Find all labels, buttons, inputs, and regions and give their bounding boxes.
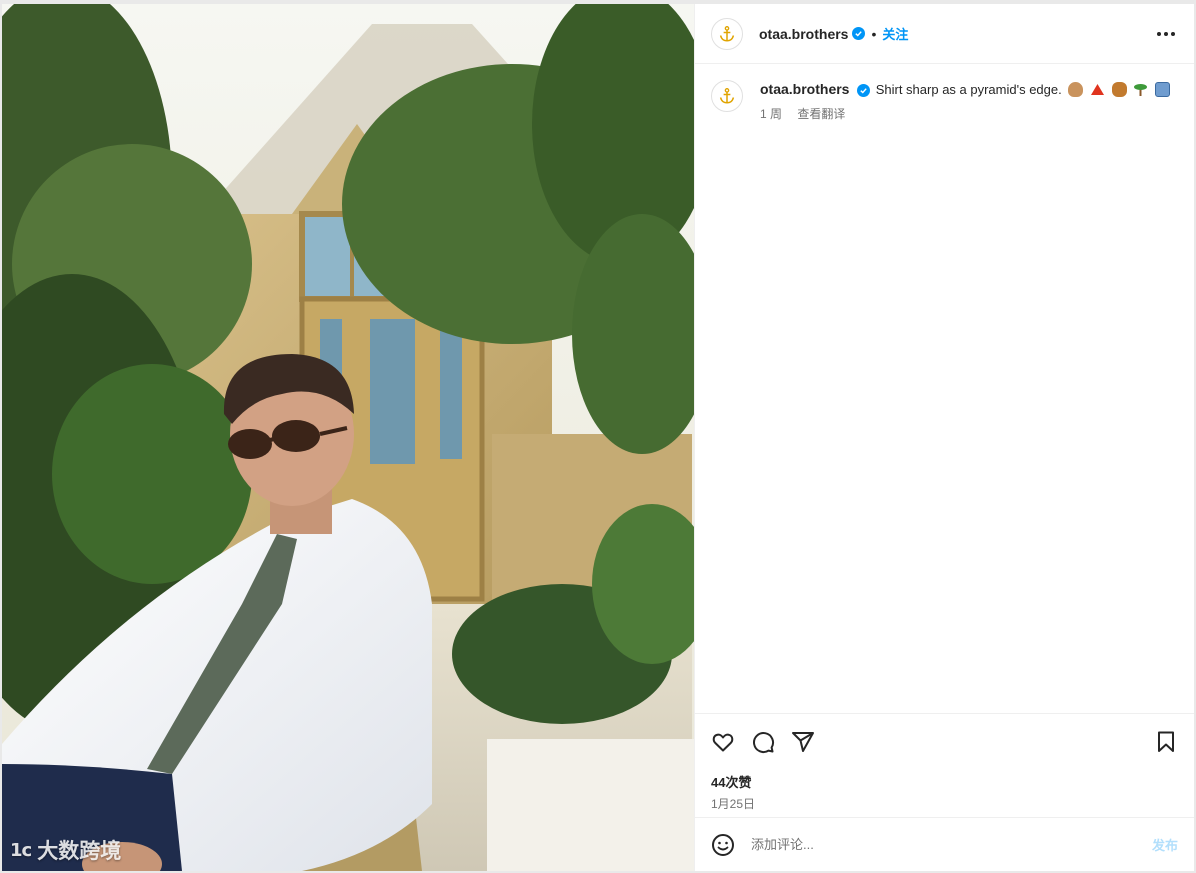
red-triangle-emoji	[1091, 84, 1104, 95]
see-translation-button[interactable]: 查看翻译	[797, 107, 845, 121]
follow-button[interactable]: 关注	[882, 24, 908, 43]
watermark-logo: 1c	[10, 839, 32, 861]
verified-badge-icon	[857, 84, 871, 98]
post-comment-button[interactable]: 发布	[1152, 835, 1178, 854]
post-date[interactable]: 1月25日	[711, 795, 1178, 812]
post-modal: 1c 大数跨境 otaa.brothers • 关注 otaa.brothers…	[2, 4, 1194, 871]
caption-time: 1 周	[760, 107, 783, 121]
likes-count[interactable]: 44次赞	[711, 772, 1178, 791]
caption-row: otaa.brothers Shirt sharp as a pyramid's…	[711, 80, 1178, 123]
post-photo[interactable]: 1c 大数跨境	[2, 4, 694, 871]
anchor-icon	[719, 25, 735, 42]
anchor-icon	[719, 88, 735, 104]
bookmark-icon[interactable]	[1154, 730, 1178, 754]
caption-text: Shirt sharp as a pyramid's edge.	[875, 82, 1062, 97]
watermark: 1c 大数跨境	[10, 835, 121, 865]
caption-avatar[interactable]	[711, 80, 743, 112]
comment-bubble-icon[interactable]	[751, 730, 775, 754]
caption-username[interactable]: otaa.brothers	[760, 81, 849, 97]
post-image	[2, 4, 694, 871]
heart-icon[interactable]	[711, 730, 735, 754]
comment-input[interactable]	[751, 837, 1152, 852]
avatar[interactable]	[711, 17, 743, 50]
caption-body: otaa.brothers Shirt sharp as a pyramid's…	[760, 80, 1170, 123]
header-username[interactable]: otaa.brothers	[759, 26, 848, 42]
caption-meta: 1 周 查看翻译	[760, 105, 1170, 123]
watermark-text: 大数跨境	[37, 839, 122, 863]
smile-icon[interactable]	[711, 833, 735, 857]
comments-area: otaa.brothers Shirt sharp as a pyramid's…	[695, 64, 1194, 713]
separator-dot: •	[871, 25, 877, 42]
verified-badge-icon	[852, 27, 866, 40]
post-header: otaa.brothers • 关注	[695, 4, 1194, 64]
actions-area: 44次赞 1月25日	[695, 713, 1194, 817]
building-emoji	[1154, 82, 1170, 97]
comment-bar: 发布	[695, 817, 1194, 871]
palm-tree-emoji	[1134, 84, 1148, 96]
more-horizontal-icon[interactable]	[1154, 22, 1178, 46]
send-icon[interactable]	[791, 730, 815, 754]
post-side-panel: otaa.brothers • 关注 otaa.brothers Shirt s…	[694, 4, 1194, 871]
camel-emoji	[1111, 82, 1127, 97]
action-bar	[711, 726, 1178, 758]
hand-emoji	[1068, 82, 1084, 97]
